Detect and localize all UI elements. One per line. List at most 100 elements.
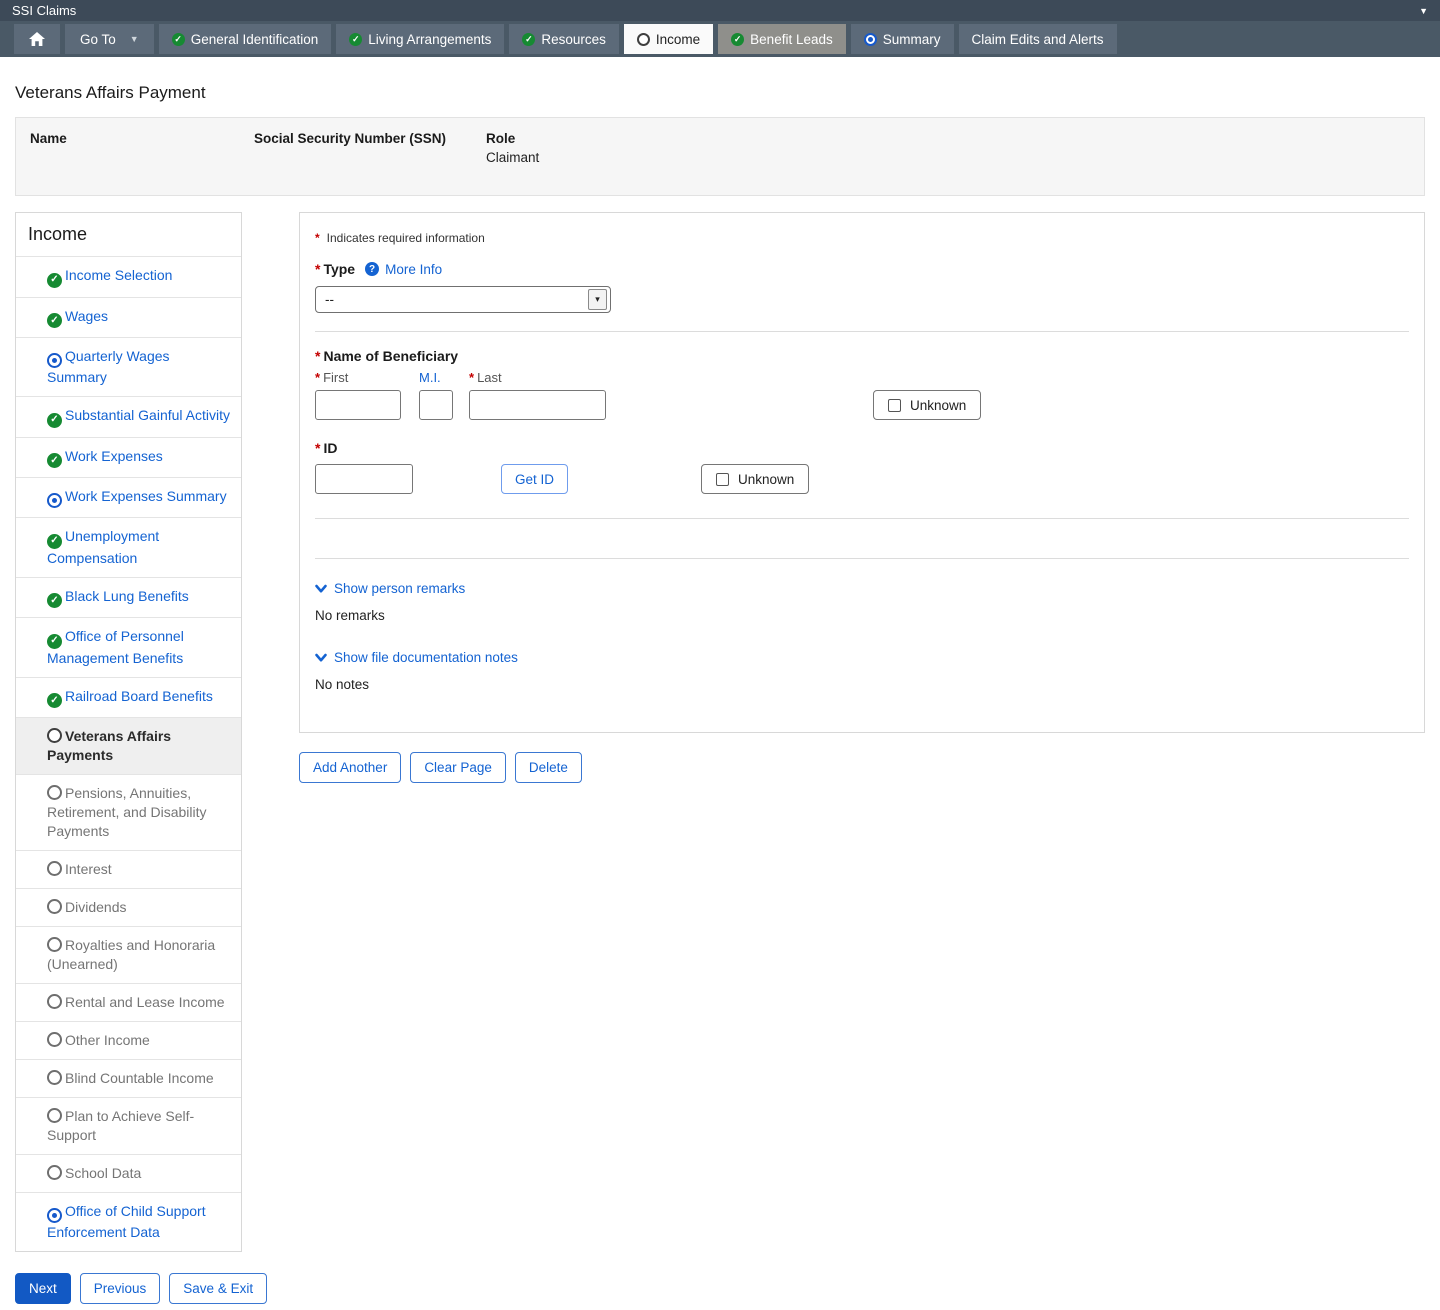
question-circle-icon[interactable]: ? — [365, 262, 379, 276]
circle-outline-icon — [47, 1165, 62, 1180]
more-info-link[interactable]: More Info — [385, 262, 442, 277]
sidebar-item-wages[interactable]: ✓Wages — [16, 297, 241, 338]
tab-general-identification[interactable]: ✓General Identification — [159, 24, 332, 54]
circle-outline-icon — [47, 1070, 62, 1085]
sidebar-item-plan-to-achieve-self-support: Plan to Achieve Self-Support — [16, 1097, 241, 1154]
sidebar-item-unemployment-compensation[interactable]: ✓Unemployment Compensation — [16, 517, 241, 577]
sidebar-item-substantial-gainful-activity[interactable]: ✓Substantial Gainful Activity — [16, 396, 241, 437]
sidebar-item-quarterly-wages-summary[interactable]: Quarterly Wages Summary — [16, 337, 241, 396]
veterans-affairs-form-panel: *Indicates required information *Type ? … — [299, 212, 1425, 733]
page-content: Veterans Affairs Payment Name Social Sec… — [0, 83, 1440, 1252]
sidebar-item-label: Pensions, Annuities, Retirement, and Dis… — [47, 785, 207, 839]
last-name-label: *Last — [469, 370, 606, 385]
income-sidebar: Income ✓Income Selection✓WagesQuarterly … — [15, 212, 242, 1252]
ssn-column-header: Social Security Number (SSN) — [254, 131, 486, 146]
tab-claim-edits-and-alerts[interactable]: Claim Edits and Alerts — [959, 24, 1117, 54]
checkbox-unchecked-icon[interactable] — [716, 473, 729, 486]
type-label: *Type — [315, 261, 355, 277]
sidebar-item-blind-countable-income: Blind Countable Income — [16, 1059, 241, 1097]
sidebar-item-interest: Interest — [16, 850, 241, 888]
section-divider — [315, 331, 1409, 332]
sidebar-item-royalties-and-honoraria-unearned: Royalties and Honoraria (Unearned) — [16, 926, 241, 983]
save-exit-button[interactable]: Save & Exit — [169, 1273, 267, 1304]
tab-label: Resources — [541, 32, 606, 47]
check-circle-icon: ✓ — [47, 693, 62, 708]
next-button[interactable]: Next — [15, 1273, 71, 1304]
tab-resources[interactable]: ✓Resources — [509, 24, 619, 54]
app-title-bar: SSI Claims ▼ — [0, 0, 1440, 21]
notes-empty-text: No notes — [315, 677, 1409, 692]
goto-label: Go To — [80, 32, 116, 47]
menu-caret-icon[interactable]: ▼ — [1419, 6, 1428, 16]
primary-nav: Go To ▼ ✓General Identification✓Living A… — [0, 21, 1440, 57]
mi-label[interactable]: M.I. — [419, 370, 453, 385]
sidebar-item-veterans-affairs-payments[interactable]: Veterans Affairs Payments — [16, 717, 241, 774]
sidebar-item-label: Railroad Board Benefits — [65, 688, 213, 704]
nav-tabs: ✓General Identification✓Living Arrangeme… — [159, 24, 1117, 54]
show-file-notes-toggle[interactable]: Show file documentation notes — [315, 650, 1409, 665]
chevron-down-icon — [315, 584, 327, 594]
home-button[interactable] — [14, 24, 60, 54]
check-circle-icon: ✓ — [172, 33, 185, 46]
circle-outline-icon — [47, 899, 62, 914]
sidebar-item-label: Office of Personnel Management Benefits — [47, 628, 184, 666]
circle-outline-icon — [47, 994, 62, 1009]
dot-circle-icon — [47, 353, 62, 368]
sidebar-item-school-data: School Data — [16, 1154, 241, 1192]
circle-outline-icon — [47, 1032, 62, 1047]
sidebar-item-office-of-personnel-management-benefits[interactable]: ✓Office of Personnel Management Benefits — [16, 617, 241, 677]
section-divider — [315, 518, 1409, 519]
check-circle-icon: ✓ — [47, 273, 62, 288]
goto-dropdown[interactable]: Go To ▼ — [65, 24, 154, 54]
tab-summary[interactable]: Summary — [851, 24, 954, 54]
chevron-down-icon: ▾ — [588, 289, 607, 310]
middle-initial-input[interactable] — [419, 390, 453, 420]
required-asterisk: * — [315, 231, 320, 245]
sidebar-item-black-lung-benefits[interactable]: ✓Black Lung Benefits — [16, 577, 241, 618]
check-circle-icon: ✓ — [731, 33, 744, 46]
tab-label: Benefit Leads — [750, 32, 833, 47]
sidebar-item-label: Work Expenses — [65, 448, 163, 464]
page-title: Veterans Affairs Payment — [15, 83, 1425, 103]
show-person-remarks-toggle[interactable]: Show person remarks — [315, 581, 1409, 596]
id-input[interactable] — [315, 464, 413, 494]
previous-button[interactable]: Previous — [80, 1273, 161, 1304]
tab-living-arrangements[interactable]: ✓Living Arrangements — [336, 24, 504, 54]
id-unknown-checkbox[interactable]: Unknown — [701, 464, 809, 494]
checkbox-unchecked-icon[interactable] — [888, 399, 901, 412]
tab-benefit-leads[interactable]: ✓ Benefit Leads — [718, 24, 846, 54]
clear-page-button[interactable]: Clear Page — [410, 752, 506, 783]
sidebar-item-label: Rental and Lease Income — [65, 994, 225, 1010]
sidebar-item-label: Work Expenses Summary — [65, 488, 227, 504]
required-note: *Indicates required information — [315, 231, 1409, 245]
sidebar-item-label: Other Income — [65, 1032, 150, 1048]
sidebar-item-label: Plan to Achieve Self-Support — [47, 1108, 194, 1143]
sidebar-item-other-income: Other Income — [16, 1021, 241, 1059]
sidebar-item-railroad-board-benefits[interactable]: ✓Railroad Board Benefits — [16, 677, 241, 718]
add-another-button[interactable]: Add Another — [299, 752, 401, 783]
sidebar-item-label: Substantial Gainful Activity — [65, 407, 230, 423]
sidebar-item-label: School Data — [65, 1165, 141, 1181]
tab-income[interactable]: Income — [624, 24, 713, 54]
check-circle-icon: ✓ — [349, 33, 362, 46]
last-name-input[interactable] — [469, 390, 606, 420]
delete-button[interactable]: Delete — [515, 752, 582, 783]
sidebar-item-pensions-annuities-retirement-and-disability-payments: Pensions, Annuities, Retirement, and Dis… — [16, 774, 241, 850]
beneficiary-section-label: *Name of Beneficiary — [315, 348, 1409, 364]
sidebar-item-dividends: Dividends — [16, 888, 241, 926]
check-circle-icon: ✓ — [47, 313, 62, 328]
sidebar-item-label: Veterans Affairs Payments — [47, 728, 171, 763]
beneficiary-unknown-checkbox[interactable]: Unknown — [873, 390, 981, 420]
sidebar-item-work-expenses-summary[interactable]: Work Expenses Summary — [16, 477, 241, 517]
show-person-remarks-label: Show person remarks — [334, 581, 465, 596]
get-id-button[interactable]: Get ID — [501, 464, 568, 494]
sidebar-item-office-of-child-support-enforcement-data[interactable]: Office of Child Support Enforcement Data — [16, 1192, 241, 1251]
sidebar-item-income-selection[interactable]: ✓Income Selection — [16, 256, 241, 297]
check-circle-icon: ✓ — [47, 593, 62, 608]
first-name-input[interactable] — [315, 390, 401, 420]
section-divider — [315, 558, 1409, 559]
sidebar-item-label: Wages — [65, 308, 108, 324]
sidebar-list: ✓Income Selection✓WagesQuarterly Wages S… — [16, 256, 241, 1251]
sidebar-item-work-expenses[interactable]: ✓Work Expenses — [16, 437, 241, 478]
type-select[interactable]: -- ▾ — [315, 286, 611, 313]
